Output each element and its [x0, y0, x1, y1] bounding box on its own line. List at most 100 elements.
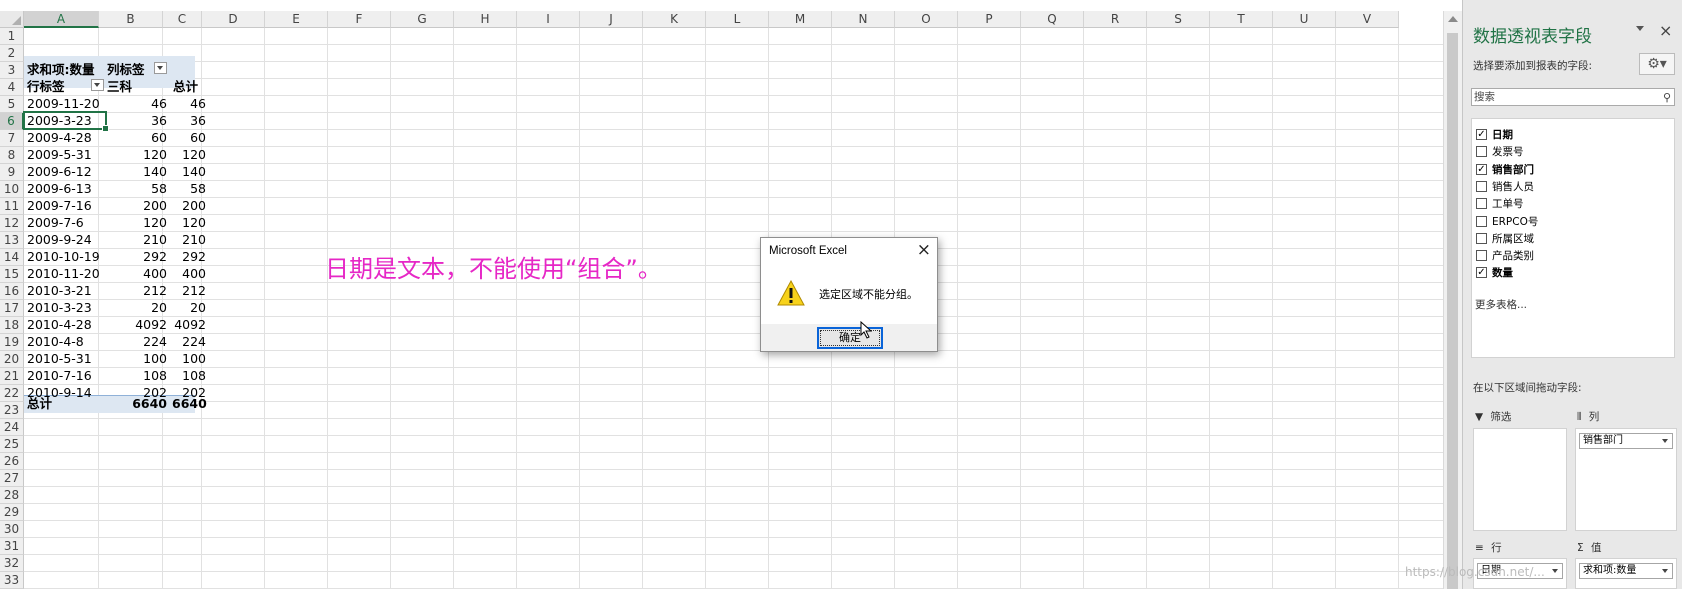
pivot-row-total[interactable]: 100 [170, 350, 208, 367]
column-header-E[interactable]: E [265, 11, 328, 28]
close-icon[interactable]: × [917, 241, 931, 259]
pivot-row-total[interactable]: 36 [170, 112, 208, 129]
row-header-17[interactable]: 17 [0, 300, 24, 317]
checkbox-icon[interactable] [1476, 180, 1487, 192]
column-header-I[interactable]: I [517, 11, 580, 28]
pivot-row-value[interactable]: 20 [105, 299, 169, 316]
checkbox-icon[interactable] [1476, 232, 1487, 244]
row-header-31[interactable]: 31 [0, 538, 24, 555]
pivot-row-date[interactable]: 2009-6-13 [25, 180, 94, 197]
dialog-titlebar[interactable]: Microsoft Excel × [761, 238, 937, 264]
row-header-4[interactable]: 4 [0, 79, 24, 96]
pivot-row-total[interactable]: 60 [170, 129, 208, 146]
checkbox-checked-icon[interactable]: ✓ [1476, 163, 1487, 175]
row-header-6[interactable]: 6 [0, 113, 24, 130]
pivot-row-value[interactable]: 400 [105, 265, 169, 282]
row-header-13[interactable]: 13 [0, 232, 24, 249]
pivot-row-date[interactable]: 2009-7-16 [25, 197, 94, 214]
pivot-row-date[interactable]: 2009-7-6 [25, 214, 86, 231]
active-cell-A6[interactable] [23, 111, 109, 132]
pivot-row-total[interactable]: 58 [170, 180, 208, 197]
row-header-29[interactable]: 29 [0, 504, 24, 521]
area-columns-box[interactable]: 销售部门 [1575, 428, 1677, 531]
checkbox-checked-icon[interactable]: ✓ [1476, 129, 1487, 140]
pivot-row-date[interactable]: 2009-6-12 [25, 163, 94, 180]
pivot-row-value[interactable]: 120 [105, 146, 169, 163]
values-field-item[interactable]: 求和项:数量 [1579, 563, 1673, 579]
column-header-G[interactable]: G [391, 11, 454, 28]
column-header-K[interactable]: K [643, 11, 706, 28]
column-header-C[interactable]: C [163, 11, 202, 28]
pivot-row-total[interactable]: 210 [170, 231, 208, 248]
scroll-thumb[interactable] [1447, 33, 1458, 589]
pivot-row-total[interactable]: 224 [170, 333, 208, 350]
column-header-O[interactable]: O [895, 11, 958, 28]
row-header-10[interactable]: 10 [0, 181, 24, 198]
checkbox-checked-icon[interactable]: ✓ [1476, 267, 1487, 279]
pivot-row-value[interactable]: 212 [105, 282, 169, 299]
select-all-corner[interactable] [0, 11, 24, 28]
row-header-23[interactable]: 23 [0, 402, 24, 419]
pivot-row-date[interactable]: 2009-9-24 [25, 231, 94, 248]
row-header-11[interactable]: 11 [0, 198, 24, 215]
checkbox-icon[interactable] [1476, 215, 1487, 227]
row-header-1[interactable]: 1 [0, 28, 24, 45]
column-header-F[interactable]: F [328, 11, 391, 28]
pivot-row-date[interactable]: 2010-4-28 [25, 316, 94, 333]
row-label-filter-button[interactable] [91, 79, 104, 91]
checkbox-icon[interactable] [1476, 146, 1487, 158]
vertical-scrollbar[interactable] [1443, 11, 1462, 589]
pivot-row-value[interactable]: 60 [105, 129, 169, 146]
pivot-row-date[interactable]: 2010-3-21 [25, 282, 94, 299]
more-tables-link[interactable]: 更多表格... [1475, 297, 1527, 312]
row-header-5[interactable]: 5 [0, 96, 24, 113]
spreadsheet-grid[interactable]: ABCDEFGHIJKLMNOPQRSTUV 1 2 3 4 5 6 7 8 9 10 11 12 13… [0, 0, 1462, 589]
row-header-28[interactable]: 28 [0, 487, 24, 504]
pivot-row-date[interactable]: 2010-11-20 [25, 265, 102, 282]
row-header-30[interactable]: 30 [0, 521, 24, 538]
column-header-M[interactable]: M [769, 11, 832, 28]
pivot-row-value[interactable]: 224 [105, 333, 169, 350]
pivot-row-value[interactable]: 100 [105, 350, 169, 367]
pivot-row-date[interactable]: 2009-11-20 [25, 95, 102, 112]
close-icon[interactable]: × [1659, 21, 1672, 40]
pivot-row-value[interactable]: 4092 [105, 316, 169, 333]
pivot-row-total[interactable]: 292 [170, 248, 208, 265]
pivot-row-date[interactable]: 2009-4-28 [25, 129, 94, 146]
pivot-row-value[interactable]: 292 [105, 248, 169, 265]
pivot-row-total[interactable]: 120 [170, 214, 208, 231]
column-header-T[interactable]: T [1210, 11, 1273, 28]
pivot-row-value[interactable]: 200 [105, 197, 169, 214]
area-values-box[interactable]: 求和项:数量 [1575, 558, 1677, 589]
checkbox-icon[interactable] [1476, 198, 1487, 210]
scroll-up-icon[interactable] [1448, 16, 1458, 22]
pivot-row-date[interactable]: 2010-5-31 [25, 350, 94, 367]
column-header-V[interactable]: V [1336, 11, 1399, 28]
row-header-21[interactable]: 21 [0, 368, 24, 385]
column-header-H[interactable]: H [454, 11, 517, 28]
row-header-14[interactable]: 14 [0, 249, 24, 266]
pivot-row-total[interactable]: 140 [170, 163, 208, 180]
column-header-L[interactable]: L [706, 11, 769, 28]
column-header-D[interactable]: D [202, 11, 265, 28]
pivot-row-value[interactable]: 46 [105, 95, 169, 112]
panel-menu-chevron-icon[interactable] [1636, 26, 1644, 31]
pivot-row-total[interactable]: 200 [170, 197, 208, 214]
row-header-9[interactable]: 9 [0, 164, 24, 181]
col-label-filter-button[interactable] [154, 62, 167, 74]
pivot-row-value[interactable]: 210 [105, 231, 169, 248]
pivot-row-value[interactable]: 140 [105, 163, 169, 180]
checkbox-icon[interactable] [1476, 250, 1487, 262]
field-search-input[interactable]: 搜索 ⚲ [1471, 88, 1675, 106]
pivot-row-date[interactable]: 2010-4-8 [25, 333, 86, 350]
pivot-row-total[interactable]: 120 [170, 146, 208, 163]
row-header-15[interactable]: 15 [0, 266, 24, 283]
row-header-19[interactable]: 19 [0, 334, 24, 351]
pivot-row-value[interactable]: 108 [105, 367, 169, 384]
pivot-row-date[interactable]: 2010-3-23 [25, 299, 94, 316]
row-header-16[interactable]: 16 [0, 283, 24, 300]
row-header-8[interactable]: 8 [0, 147, 24, 164]
column-header-B[interactable]: B [99, 11, 163, 28]
column-header-R[interactable]: R [1084, 11, 1147, 28]
row-header-25[interactable]: 25 [0, 436, 24, 453]
